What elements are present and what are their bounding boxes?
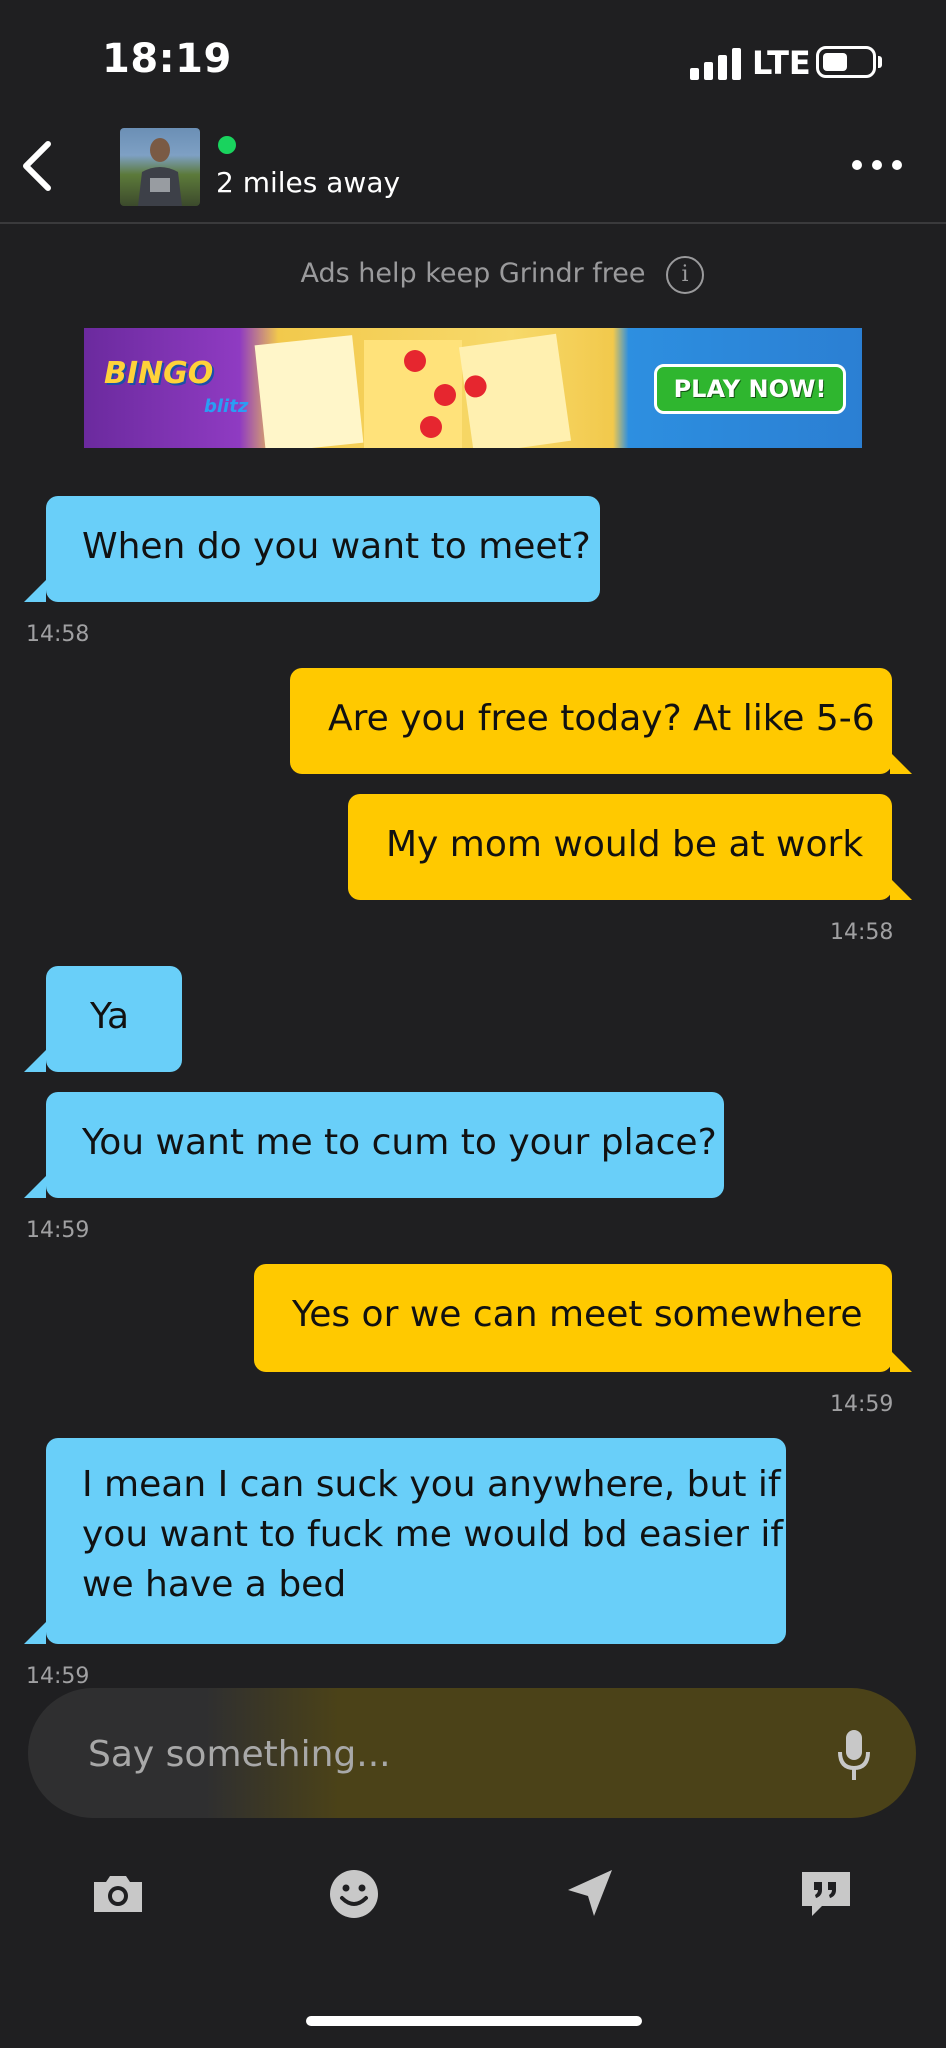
bingo-card (254, 335, 364, 448)
info-icon[interactable]: i (666, 256, 704, 294)
bingo-card (458, 333, 572, 448)
home-indicator (306, 2016, 642, 2026)
microphone-icon[interactable] (836, 1728, 872, 1782)
profile-photo (138, 138, 182, 206)
ad-banner[interactable]: BINGO blitz PLAY NOW! (84, 328, 862, 448)
message-input-placeholder: Say something... (88, 1734, 391, 1775)
bubble-tail (24, 1050, 46, 1072)
message-text: You want me to cum to your place? (82, 1122, 717, 1163)
battery-nub (878, 56, 882, 68)
message-incoming[interactable]: When do you want to meet? (46, 496, 600, 602)
camera-icon[interactable] (90, 1866, 146, 1922)
clipped-timestamp (830, 456, 837, 481)
emoji-icon[interactable] (326, 1866, 382, 1922)
message-incoming[interactable]: Ya (46, 966, 182, 1072)
message-line: you want to fuck me would bd easier if (82, 1514, 784, 1555)
network-type: LTE (752, 44, 811, 82)
timestamp: 14:59 (26, 1664, 90, 1689)
online-indicator (218, 136, 236, 154)
message-text: Yes or we can meet somewhere (292, 1294, 863, 1335)
more-options-button[interactable] (852, 158, 902, 174)
message-text: When do you want to meet? (82, 526, 591, 567)
avatar[interactable] (120, 128, 200, 206)
saved-phrases-icon[interactable] (798, 1866, 854, 1922)
ad-notice: Ads help keep Grindr free (300, 258, 646, 289)
play-now-button[interactable]: PLAY NOW! (654, 364, 846, 414)
signal-icon (690, 48, 742, 80)
chevron-left-icon (23, 141, 51, 191)
timestamp: 14:58 (26, 622, 90, 647)
timestamp: 14:58 (830, 920, 894, 945)
message-text: Ya (90, 996, 130, 1037)
location-icon[interactable] (562, 1866, 618, 1922)
back-button[interactable] (14, 136, 70, 196)
message-incoming[interactable]: I mean I can suck you anywhere, but if y… (46, 1438, 786, 1644)
message-text: Are you free today? At like 5-6 (328, 698, 875, 739)
battery-icon (816, 46, 876, 78)
distance-label: 2 miles away (216, 166, 401, 199)
ad-brand: BINGO (104, 356, 214, 391)
message-outgoing[interactable]: Yes or we can meet somewhere (254, 1264, 892, 1372)
timestamp: 14:59 (26, 1218, 90, 1243)
message-incoming[interactable]: You want me to cum to your place? (46, 1092, 724, 1198)
message-line: we have a bed (82, 1564, 347, 1605)
message-outgoing[interactable]: Are you free today? At like 5-6 (290, 668, 892, 774)
bubble-tail (24, 1176, 46, 1198)
status-time: 18:19 (102, 36, 232, 82)
timestamp: 14:59 (830, 1392, 894, 1417)
bubble-tail (890, 1350, 912, 1372)
bubble-tail (890, 878, 912, 900)
ad-brand-sub: blitz (204, 396, 249, 417)
bubble-tail (890, 752, 912, 774)
bingo-card (364, 340, 462, 448)
message-line: I mean I can suck you anywhere, but if (82, 1464, 781, 1505)
bubble-tail (24, 1622, 46, 1644)
message-outgoing[interactable]: My mom would be at work (348, 794, 892, 900)
bubble-tail (24, 580, 46, 602)
message-text: My mom would be at work (386, 824, 864, 865)
header-divider (0, 222, 946, 224)
